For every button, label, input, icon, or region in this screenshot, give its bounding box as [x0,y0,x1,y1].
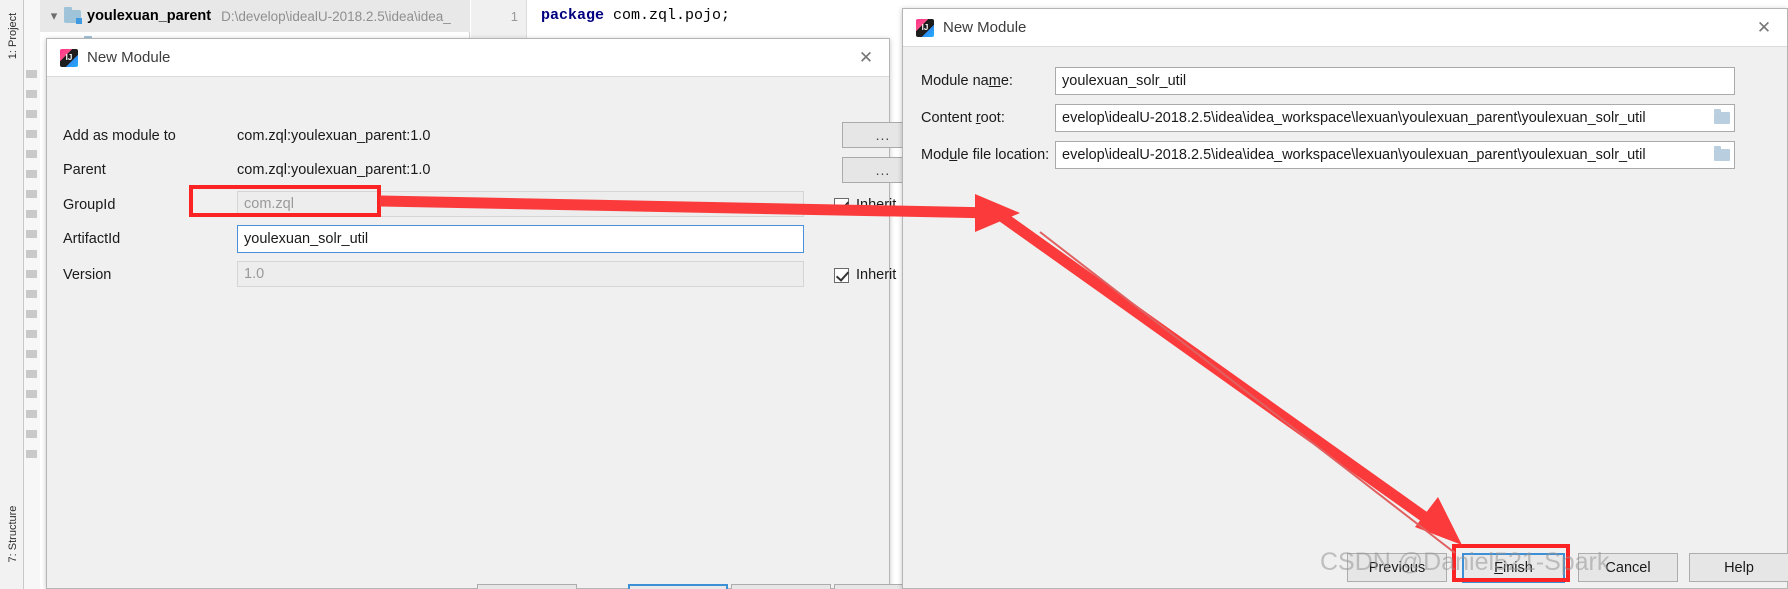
next-button[interactable]: Next [628,584,728,589]
close-icon[interactable]: ✕ [853,45,879,71]
content-root-browse-button[interactable] [1709,104,1735,132]
module-name-input[interactable]: youlexuan_solr_util [1055,67,1735,95]
add-as-module-to-value: com.zql:youlexuan_parent:1.0 [237,128,431,144]
chevron-down-icon[interactable]: ▾ [46,8,62,24]
content-root-label: Content root: [921,110,1005,126]
cancel-button[interactable]: Cancel [731,584,831,589]
module-file-location-input[interactable]: evelop\idealU-2018.2.5\idea\idea_workspa… [1055,141,1735,169]
help-button-label: Help [1724,559,1754,576]
module-folder-icon [64,6,82,24]
project-root-row[interactable]: ▾ youlexuan_parent D:\develop\idealU-201… [40,0,470,32]
screenshot-root: 1: Project 7: Structure ▾ youlexuan_pare… [0,0,1788,589]
module-name-label: Module name: [921,73,1013,89]
groupid-inherit-checkbox-row[interactable]: Inherit [834,197,896,213]
groupid-inherit-label: Inherit [856,197,897,213]
dialog-title: New Module [87,49,171,66]
artifactid-input[interactable]: youlexuan_solr_util [237,225,804,253]
checkbox-icon[interactable] [834,197,849,213]
new-module-dialog-left[interactable]: New Module ✕ Add as module to com.zql:yo… [46,38,934,589]
browse-button-label: ... [875,162,891,178]
dialog-title: New Module [943,19,1027,36]
folder-browse-icon [1713,146,1730,161]
code-keyword: package [541,7,605,24]
module-file-location-browse-button[interactable] [1709,141,1735,169]
intellij-idea-icon [916,18,934,37]
ide-toolwindow-strip: 1: Project 7: Structure [0,0,24,589]
version-inherit-label: Inherit [856,267,897,283]
new-module-dialog-right[interactable]: New Module ✕ Module name: youlexuan_solr… [902,8,1788,589]
toolwindow-button-project[interactable]: 1: Project [7,1,19,71]
intellij-idea-icon [60,48,78,67]
line-number: 1 [510,9,518,24]
groupid-value: com.zql [244,196,294,212]
groupid-label: GroupId [63,197,116,213]
ide-scrollbar-column[interactable] [24,0,40,589]
project-root-path: D:\develop\idealU-2018.2.5\idea\idea_ [221,8,451,24]
parent-value: com.zql:youlexuan_parent:1.0 [237,162,431,178]
checkbox-icon[interactable] [834,267,849,283]
project-root-name: youlexuan_parent [87,8,212,24]
artifactid-value: youlexuan_solr_util [244,231,369,247]
version-inherit-checkbox-row[interactable]: Inherit [834,267,896,283]
cancel-button-label: Cancel [1605,559,1651,576]
content-root-input[interactable]: evelop\idealU-2018.2.5\idea\idea_workspa… [1055,104,1735,132]
folder-browse-icon [1713,109,1730,124]
code-line: package com.zql.pojo; [541,7,730,24]
close-icon[interactable]: ✕ [1751,15,1777,41]
module-name-value: youlexuan_solr_util [1062,73,1187,89]
browse-button-label: ... [875,127,891,143]
version-value: 1.0 [244,266,265,282]
version-input[interactable]: 1.0 [237,261,804,287]
artifactid-label: ArtifactId [63,231,121,247]
toolwindow-button-structure[interactable]: 7: Structure [7,499,19,569]
previous-button[interactable]: Previous [477,584,577,589]
dialog-titlebar: New Module ✕ [903,9,1787,47]
watermark-text: CSDN @Daniel521-Spark [1320,548,1610,576]
version-label: Version [63,267,112,283]
parent-label: Parent [63,162,106,178]
module-file-location-value: evelop\idealU-2018.2.5\idea\idea_workspa… [1062,147,1646,163]
groupid-input[interactable]: com.zql [237,191,804,217]
content-root-value: evelop\idealU-2018.2.5\idea\idea_workspa… [1062,110,1646,126]
add-as-module-to-label: Add as module to [63,128,176,144]
code-text: com.zql.pojo; [604,7,731,24]
module-file-location-label: Module file location: [921,147,1050,163]
dialog-titlebar: New Module ✕ [47,39,889,77]
help-button[interactable]: Help [1689,553,1788,582]
